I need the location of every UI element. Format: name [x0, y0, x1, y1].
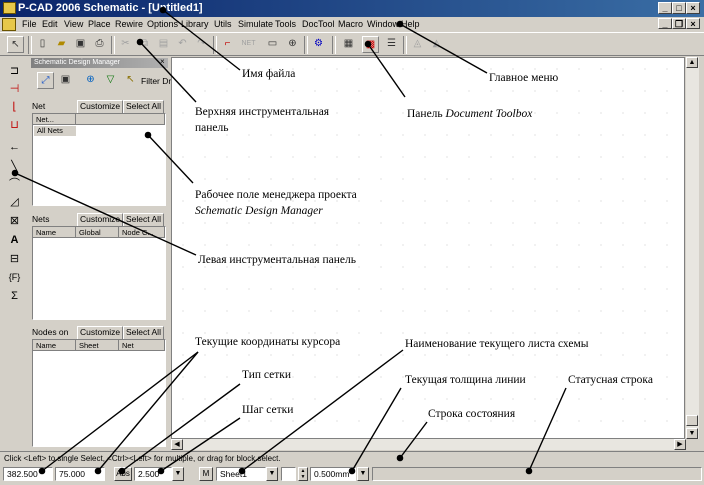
annotation-file-name: Имя файла [242, 68, 296, 80]
annotation-main-menu: Главное меню [489, 72, 559, 84]
annotation-sdm-1: Рабочее поле менеджера проекта [195, 189, 357, 201]
annotation-doc-toolbox: Панель Document Toolbox [407, 107, 532, 122]
leader-line-width [351, 387, 402, 472]
leader-main-menu [399, 23, 488, 74]
leader-dot [525, 467, 533, 475]
leader-dot [396, 20, 404, 28]
leader-grid-step [160, 417, 241, 472]
annotation-lines [11, 6, 567, 475]
leader-dot [144, 131, 152, 139]
leader-dot [38, 467, 46, 475]
leader-dot [396, 454, 404, 462]
leader-dot [238, 467, 246, 475]
leader-file-name [162, 9, 241, 71]
leader-dot [364, 40, 372, 48]
leader-sdm [147, 134, 194, 184]
leader-cursor-x [41, 351, 199, 472]
leader-dot [159, 6, 167, 14]
annotation-cursor-coords: Текущие координаты курсора [195, 336, 341, 348]
annotation-doc-toolbox-prefix: Панель [407, 108, 443, 120]
annotation-sheet-name: Наименование текущего листа схемы [405, 338, 589, 350]
annotation-left-toolbar: Левая инструментальная панель [198, 254, 356, 266]
annotation-state-line: Строка состояния [428, 408, 516, 420]
leader-state-line [399, 421, 428, 459]
annotation-status-line: Статусная строка [568, 374, 653, 386]
leader-dot [94, 467, 102, 475]
leader-dot [157, 467, 165, 475]
leader-top-toolbar [139, 41, 197, 103]
annotation-grid-type: Тип сетки [242, 369, 292, 381]
annotation-doc-toolbox-name: Document Toolbox [445, 108, 533, 120]
leader-status-line [528, 387, 567, 472]
annotation-top-toolbar-1: Верхняя инструментальная [195, 106, 330, 118]
leader-doc-toolbox [367, 43, 406, 98]
annotation-top-toolbar-2: панель [195, 122, 229, 134]
leader-dot [11, 169, 19, 177]
annotation-line-width: Текущая толщина линии [405, 374, 526, 386]
leader-left-toolbar [14, 172, 197, 256]
leader-dot [136, 38, 144, 46]
leader-dot [118, 467, 126, 475]
leader-cursor-y [97, 351, 199, 472]
annotation-sdm-2: Schematic Design Manager [195, 205, 323, 217]
leader-dot [348, 467, 356, 475]
annotation-grid-step: Шаг сетки [242, 404, 294, 416]
